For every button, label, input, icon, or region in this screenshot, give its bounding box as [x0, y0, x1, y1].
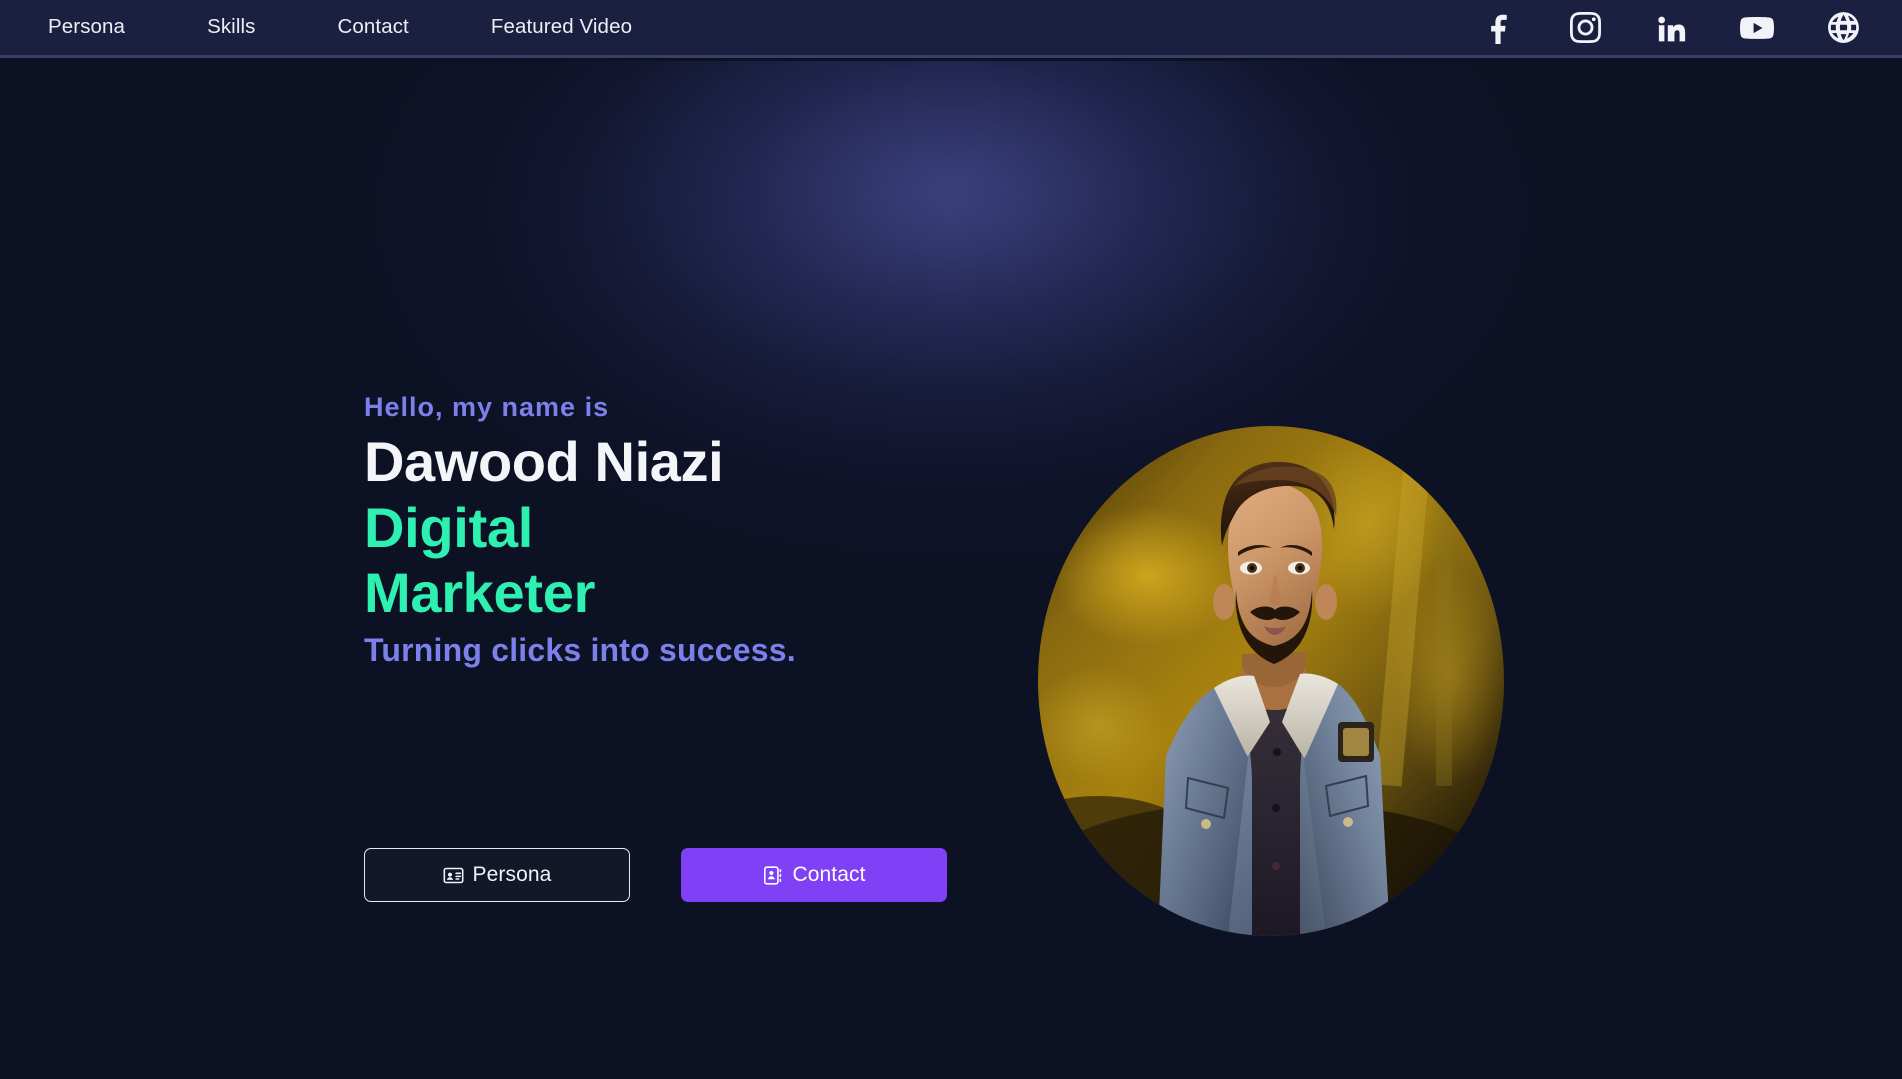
hero-portrait-container: [1038, 426, 1504, 936]
hero-cta-buttons: Persona Contact: [364, 848, 947, 902]
hero-tagline: Turning clicks into success.: [364, 631, 796, 668]
hero-role: Digital Marketer: [364, 496, 596, 624]
instagram-icon[interactable]: [1568, 11, 1602, 45]
nav-links-group: Persona Skills Contact Featured Video: [48, 17, 632, 38]
facebook-icon[interactable]: [1482, 11, 1516, 45]
nav-link-contact[interactable]: Contact: [338, 17, 409, 38]
linkedin-icon[interactable]: [1654, 11, 1688, 45]
persona-button-label: Persona: [472, 863, 552, 886]
nav-link-skills[interactable]: Skills: [207, 17, 255, 38]
website-globe-icon[interactable]: [1826, 11, 1860, 45]
hero-greeting: Hello, my name is: [364, 392, 610, 422]
nav-link-featured-video[interactable]: Featured Video: [491, 17, 632, 38]
hero-name: Dawood Niazi: [364, 430, 724, 494]
id-card-icon: [443, 865, 464, 886]
top-navigation-bar: Persona Skills Contact Featured Video: [0, 0, 1902, 58]
persona-button[interactable]: Persona: [364, 848, 630, 902]
contact-button[interactable]: Contact: [681, 848, 947, 902]
hero-section: Hello, my name is Dawood Niazi Digital M…: [0, 61, 1902, 1079]
hero-content: Hello, my name is Dawood Niazi Digital M…: [0, 61, 1902, 1079]
contact-button-label: Contact: [792, 863, 866, 886]
address-book-icon: [762, 865, 783, 886]
nav-link-persona[interactable]: Persona: [48, 17, 125, 38]
social-links-group: [1482, 0, 1860, 55]
portrait-avatar: [1038, 426, 1504, 936]
page-root: Persona Skills Contact Featured Video He…: [0, 0, 1902, 1079]
hero-text-block: Hello, my name is Dawood Niazi Digital M…: [364, 391, 984, 671]
youtube-icon[interactable]: [1740, 11, 1774, 45]
